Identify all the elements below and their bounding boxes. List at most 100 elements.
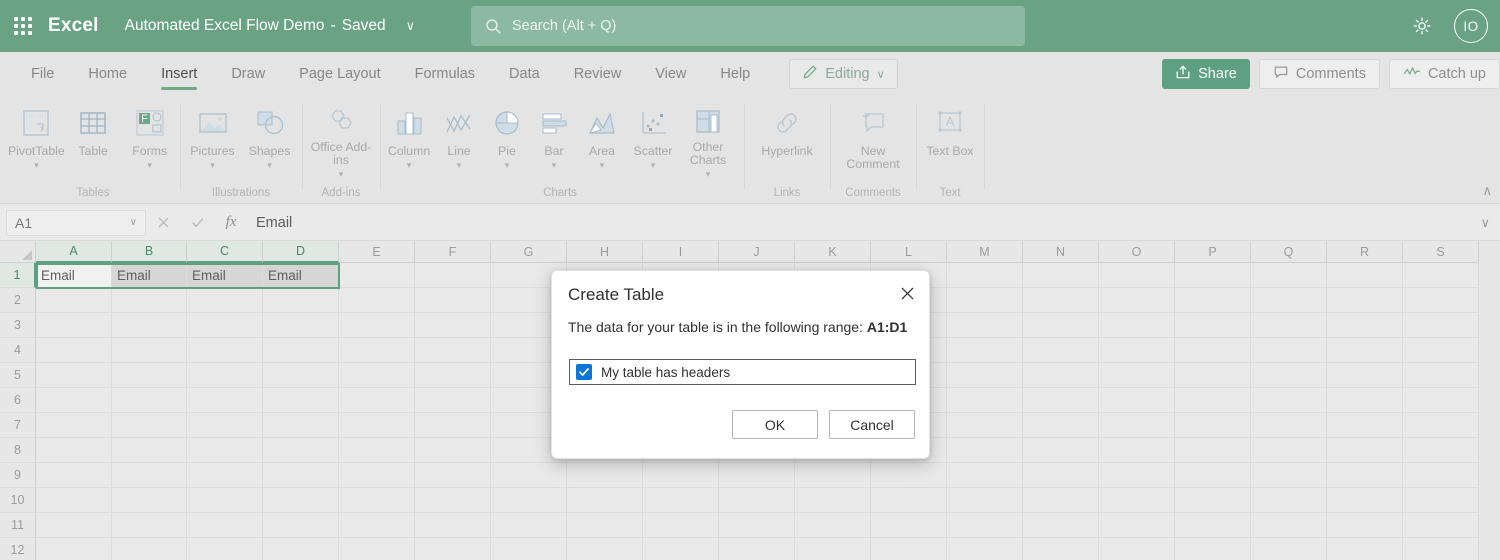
- tab-formulas[interactable]: Formulas: [398, 52, 492, 96]
- cell-G10[interactable]: [491, 488, 567, 513]
- cell-L10[interactable]: [871, 488, 947, 513]
- cell-O7[interactable]: [1099, 413, 1175, 438]
- cell-A2[interactable]: [36, 288, 112, 313]
- cell-F8[interactable]: [415, 438, 491, 463]
- cell-N11[interactable]: [1023, 513, 1099, 538]
- cell-R10[interactable]: [1327, 488, 1403, 513]
- cell-H12[interactable]: [567, 538, 643, 560]
- cell-J9[interactable]: [719, 463, 795, 488]
- cell-E5[interactable]: [339, 363, 415, 388]
- cell-N8[interactable]: [1023, 438, 1099, 463]
- column-header-D[interactable]: D: [263, 241, 339, 263]
- select-all-corner[interactable]: [0, 241, 36, 263]
- cell-S8[interactable]: [1403, 438, 1479, 463]
- cell-P4[interactable]: [1175, 338, 1251, 363]
- ribbon-collapse-chevron-up-icon[interactable]: ∧: [1482, 183, 1492, 199]
- cell-S5[interactable]: [1403, 363, 1479, 388]
- cell-N7[interactable]: [1023, 413, 1099, 438]
- editing-mode-button[interactable]: Editing ∨: [789, 59, 897, 89]
- column-header-H[interactable]: H: [567, 241, 643, 263]
- cell-M9[interactable]: [947, 463, 1023, 488]
- cell-Q8[interactable]: [1251, 438, 1327, 463]
- cell-A1[interactable]: Email: [36, 263, 112, 288]
- cell-P9[interactable]: [1175, 463, 1251, 488]
- column-header-L[interactable]: L: [871, 241, 947, 263]
- cell-G11[interactable]: [491, 513, 567, 538]
- row-header-9[interactable]: 9: [0, 463, 36, 488]
- cell-B7[interactable]: [112, 413, 187, 438]
- avatar[interactable]: IO: [1454, 9, 1488, 43]
- cell-I11[interactable]: [643, 513, 719, 538]
- cell-J11[interactable]: [719, 513, 795, 538]
- row-header-4[interactable]: 4: [0, 338, 36, 363]
- cell-E7[interactable]: [339, 413, 415, 438]
- ribbon-item-hyperlink[interactable]: Hyperlink: [748, 96, 826, 180]
- cell-F2[interactable]: [415, 288, 491, 313]
- cell-S10[interactable]: [1403, 488, 1479, 513]
- cell-N3[interactable]: [1023, 313, 1099, 338]
- cell-E9[interactable]: [339, 463, 415, 488]
- row-header-1[interactable]: 1: [0, 263, 36, 288]
- cell-B10[interactable]: [112, 488, 187, 513]
- cell-M2[interactable]: [947, 288, 1023, 313]
- cell-L11[interactable]: [871, 513, 947, 538]
- cell-N4[interactable]: [1023, 338, 1099, 363]
- cell-B9[interactable]: [112, 463, 187, 488]
- cell-E4[interactable]: [339, 338, 415, 363]
- chevron-down-icon[interactable]: ▾: [34, 159, 39, 171]
- column-header-F[interactable]: F: [415, 241, 491, 263]
- ribbon-item-table[interactable]: Table: [65, 96, 122, 180]
- cell-M6[interactable]: [947, 388, 1023, 413]
- cell-C2[interactable]: [187, 288, 263, 313]
- column-header-E[interactable]: E: [339, 241, 415, 263]
- chevron-down-icon[interactable]: ▾: [147, 159, 152, 171]
- chevron-down-icon[interactable]: ▾: [267, 159, 272, 171]
- column-header-M[interactable]: M: [947, 241, 1023, 263]
- cell-D11[interactable]: [263, 513, 339, 538]
- cell-I12[interactable]: [643, 538, 719, 560]
- cell-C4[interactable]: [187, 338, 263, 363]
- column-header-K[interactable]: K: [795, 241, 871, 263]
- headers-checkbox-row[interactable]: My table has headers: [569, 359, 916, 385]
- cell-O3[interactable]: [1099, 313, 1175, 338]
- cell-C11[interactable]: [187, 513, 263, 538]
- cell-H10[interactable]: [567, 488, 643, 513]
- row-header-7[interactable]: 7: [0, 413, 36, 438]
- cell-J10[interactable]: [719, 488, 795, 513]
- tab-help[interactable]: Help: [703, 52, 767, 96]
- cell-R3[interactable]: [1327, 313, 1403, 338]
- ribbon-item-other-charts[interactable]: Other Charts ▾: [680, 96, 736, 180]
- cell-E11[interactable]: [339, 513, 415, 538]
- formula-bar-expand-chevron-down-icon[interactable]: ∨: [1480, 215, 1490, 231]
- ribbon-item-scatter-chart[interactable]: Scatter ▾: [626, 96, 680, 180]
- cell-B1[interactable]: Email: [112, 263, 187, 288]
- ribbon-item-pictures[interactable]: Pictures ▾: [184, 96, 241, 180]
- cell-O9[interactable]: [1099, 463, 1175, 488]
- column-header-G[interactable]: G: [491, 241, 567, 263]
- cell-Q5[interactable]: [1251, 363, 1327, 388]
- cell-S11[interactable]: [1403, 513, 1479, 538]
- cell-R4[interactable]: [1327, 338, 1403, 363]
- cell-N1[interactable]: [1023, 263, 1099, 288]
- cell-D12[interactable]: [263, 538, 339, 560]
- app-launcher-icon[interactable]: [12, 15, 34, 37]
- row-header-12[interactable]: 12: [0, 538, 36, 560]
- close-icon[interactable]: [893, 279, 921, 307]
- cell-O6[interactable]: [1099, 388, 1175, 413]
- cell-C12[interactable]: [187, 538, 263, 560]
- tab-file[interactable]: File: [14, 52, 71, 96]
- cell-A6[interactable]: [36, 388, 112, 413]
- cell-K9[interactable]: [795, 463, 871, 488]
- cell-C7[interactable]: [187, 413, 263, 438]
- cell-S12[interactable]: [1403, 538, 1479, 560]
- cell-N12[interactable]: [1023, 538, 1099, 560]
- column-header-C[interactable]: C: [187, 241, 263, 263]
- comments-button[interactable]: Comments: [1259, 59, 1380, 89]
- cell-B12[interactable]: [112, 538, 187, 560]
- cell-O1[interactable]: [1099, 263, 1175, 288]
- tab-review[interactable]: Review: [557, 52, 639, 96]
- cell-S2[interactable]: [1403, 288, 1479, 313]
- cell-P10[interactable]: [1175, 488, 1251, 513]
- cell-Q7[interactable]: [1251, 413, 1327, 438]
- column-header-O[interactable]: O: [1099, 241, 1175, 263]
